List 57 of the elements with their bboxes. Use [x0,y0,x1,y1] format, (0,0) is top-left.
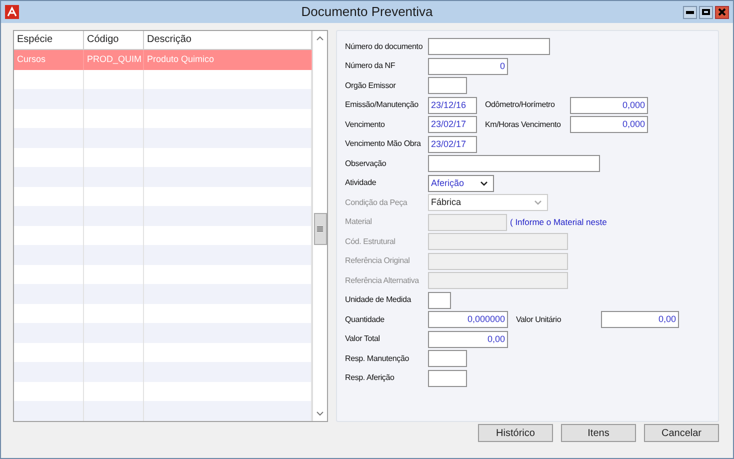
field-label: Resp. Manutenção [345,352,410,365]
dialog-button[interactable]: Itens [561,424,636,442]
field-label: Vencimento Mão Obra [345,138,422,150]
input-field[interactable]: 0,000 [570,116,648,134]
input-field[interactable] [428,155,600,172]
input-field[interactable]: 23/02/17 [428,116,477,134]
app-icon [5,5,19,19]
input-field[interactable] [428,38,550,56]
dialog-button[interactable]: Histórico [478,424,553,442]
field-label: Km/Horas Vencimento [485,118,562,131]
field-label: Referência Alternativa [345,274,420,287]
chevron-down-icon [534,200,542,206]
field-label: Número do documento [345,40,424,53]
input-field[interactable] [428,350,467,368]
input-field[interactable] [428,77,467,94]
field-label: Número da NF [345,60,396,72]
field-label: Observação [345,158,388,170]
minimize-button[interactable] [683,6,697,18]
field-label: Referência Original [345,255,411,268]
scroll-up-icon[interactable] [316,36,324,41]
input-field[interactable]: 0,000000 [428,311,508,328]
maximize-button[interactable] [699,6,713,18]
scroll-down-icon[interactable] [316,411,324,416]
field-label: Quantidade [345,314,386,326]
column-header[interactable]: Código [84,31,144,49]
hint-text: ( Informe o Material neste [510,216,607,229]
field-label: Valor Total [345,333,381,346]
input-field[interactable]: 23/12/16 [428,96,477,114]
input-field[interactable]: 0,00 [428,330,508,348]
field-label: Odômetro/Horímetro [485,99,556,112]
field-label: Material [345,216,373,228]
close-button[interactable] [715,6,729,18]
dropdown[interactable]: Aferição [428,174,494,192]
window-title: Documento Preventiva [301,3,433,22]
field-label: Orgão Emissor [345,80,397,92]
field-label: Atividade [345,177,378,190]
grip-icon [317,226,323,232]
dialog-button[interactable]: Cancelar [644,424,719,442]
input-field[interactable]: 0,000 [570,96,648,114]
input-field[interactable]: 0 [428,58,508,75]
minimize-icon [686,10,694,14]
field-label: Unidade de Medida [345,294,412,306]
input-field[interactable]: 0,00 [601,311,679,328]
close-icon [718,8,726,16]
scroll-thumb[interactable] [314,213,326,245]
input-field[interactable] [428,292,451,309]
field-label: Condição da Peça [345,196,408,209]
field-label: Resp. Aferição [345,372,396,384]
column-header[interactable]: Espécie [14,31,84,49]
input-field[interactable]: 23/02/17 [428,136,477,153]
maximize-icon [702,9,710,15]
chevron-down-icon [480,180,488,186]
field-label: Emissão/Manutenção [345,99,420,112]
field-label: Vencimento [345,118,386,131]
field-label: Valor Unitário [516,314,562,326]
field-label: Cód. Estrutural [345,236,396,248]
input-field[interactable] [428,370,467,387]
